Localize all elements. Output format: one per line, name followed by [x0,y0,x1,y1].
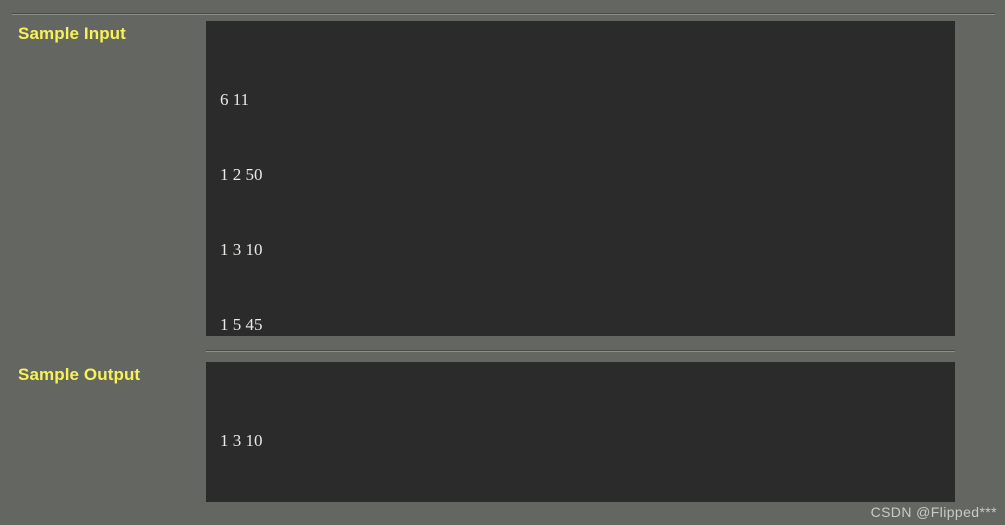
sample-output-heading: Sample Output [18,365,141,384]
code-line: 6 11 [220,90,250,109]
sample-input-code-block: 6 11 1 2 50 1 3 10 1 5 45 2 3 15 2 5 10 … [206,21,955,336]
watermark-label: CSDN @Flipped*** [870,504,997,520]
code-line: 1 5 45 [220,315,263,334]
sample-output-code-block: 1 3 10 1 4 25 1 2 45 1 5 45 1 6 -1 [206,362,955,502]
divider-middle [206,350,955,352]
code-line: 1 2 50 [220,165,263,184]
code-line: 1 3 10 [220,431,263,450]
sample-input-heading: Sample Input [18,24,126,43]
divider-top [12,13,995,15]
code-line: 1 3 10 [220,240,263,259]
